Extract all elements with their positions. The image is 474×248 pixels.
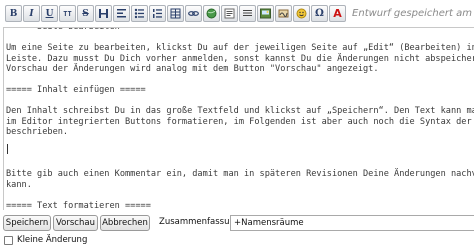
link-icon bbox=[188, 8, 199, 19]
smiley-button[interactable] bbox=[293, 5, 310, 22]
textblock-icon bbox=[224, 8, 235, 19]
textblock-button[interactable] bbox=[221, 5, 238, 22]
link-button[interactable] bbox=[185, 5, 202, 22]
bullet-list-icon bbox=[134, 8, 145, 19]
strikethrough-button[interactable]: S bbox=[77, 5, 94, 22]
editor-textarea[interactable]: ===== Seite bearbeiten ===== Um eine Seit… bbox=[3, 27, 474, 210]
table-button[interactable] bbox=[167, 5, 184, 22]
draft-status: Entwurf gespeichert am bbox=[352, 8, 472, 19]
heading-button[interactable] bbox=[95, 5, 112, 22]
underline-button[interactable]: U bbox=[41, 5, 58, 22]
globe-icon bbox=[206, 8, 217, 19]
teletype-icon: TT bbox=[63, 9, 72, 18]
summary-label: Zusammenfassung bbox=[159, 217, 241, 227]
color-button[interactable]: A bbox=[329, 5, 346, 22]
editor-line: ===== Seite bearbeiten ===== bbox=[6, 27, 151, 32]
numbered-list-button[interactable] bbox=[149, 5, 166, 22]
editor-line: Um eine Seite zu bearbeiten, klickst Du … bbox=[6, 43, 474, 53]
strikethrough-icon: S bbox=[82, 8, 89, 19]
lines-icon bbox=[242, 8, 253, 19]
save-button[interactable]: Speichern bbox=[3, 215, 51, 231]
external-link-button[interactable] bbox=[203, 5, 220, 22]
italic-icon: I bbox=[29, 8, 34, 19]
edit-actions-bar: Speichern Vorschau Abbrechen Zusammenfas… bbox=[0, 215, 474, 233]
underline-icon: U bbox=[45, 8, 54, 19]
align-icon bbox=[116, 8, 127, 19]
table-icon bbox=[170, 8, 181, 19]
numbered-list-icon bbox=[152, 8, 163, 19]
omega-icon: Ω bbox=[315, 8, 324, 19]
heading-icon bbox=[98, 8, 109, 19]
editor-line: im Editor integrierten Buttons formatier… bbox=[6, 116, 474, 127]
editor-line: Vorschau der Änderungen wird analog mit … bbox=[6, 64, 379, 74]
smiley-icon bbox=[296, 8, 307, 19]
text-cursor bbox=[7, 144, 8, 154]
bullet-list-button[interactable] bbox=[131, 5, 148, 22]
editor-line: Den Inhalt schreibst Du in das große Tex… bbox=[6, 106, 474, 116]
image-icon bbox=[260, 8, 271, 19]
minor-edit-checkbox[interactable] bbox=[4, 235, 13, 245]
minor-edit-label: Kleine Änderung bbox=[17, 235, 88, 245]
cancel-button[interactable]: Abbrechen bbox=[100, 215, 150, 231]
bold-button[interactable]: B bbox=[5, 5, 22, 22]
preview-button[interactable]: Vorschau bbox=[53, 215, 98, 231]
teletype-button[interactable]: TT bbox=[59, 5, 76, 22]
editor-line: kann. bbox=[6, 179, 32, 190]
signature-button[interactable] bbox=[275, 5, 292, 22]
italic-button[interactable]: I bbox=[23, 5, 40, 22]
editor-line: Bitte gib auch einen Kommentar ein, dami… bbox=[6, 169, 474, 179]
signature-icon bbox=[278, 8, 289, 19]
align-button[interactable] bbox=[113, 5, 130, 22]
editor-line: ===== Text formatieren ===== bbox=[6, 200, 151, 211]
minor-edit-row[interactable]: Kleine Änderung bbox=[4, 235, 87, 245]
bold-icon: B bbox=[9, 8, 18, 19]
editor-line: beschrieben. bbox=[6, 127, 69, 137]
special-char-button[interactable]: Ω bbox=[311, 5, 328, 22]
font-color-icon: A bbox=[333, 7, 342, 20]
editor-line: ===== Inhalt einfügen ===== bbox=[6, 85, 146, 95]
editor-line: Leiste. Dazu musst Du Dich vorher anmeld… bbox=[6, 53, 474, 64]
image-button[interactable] bbox=[257, 5, 274, 22]
lines-button[interactable] bbox=[239, 5, 256, 22]
summary-input[interactable] bbox=[230, 215, 474, 231]
